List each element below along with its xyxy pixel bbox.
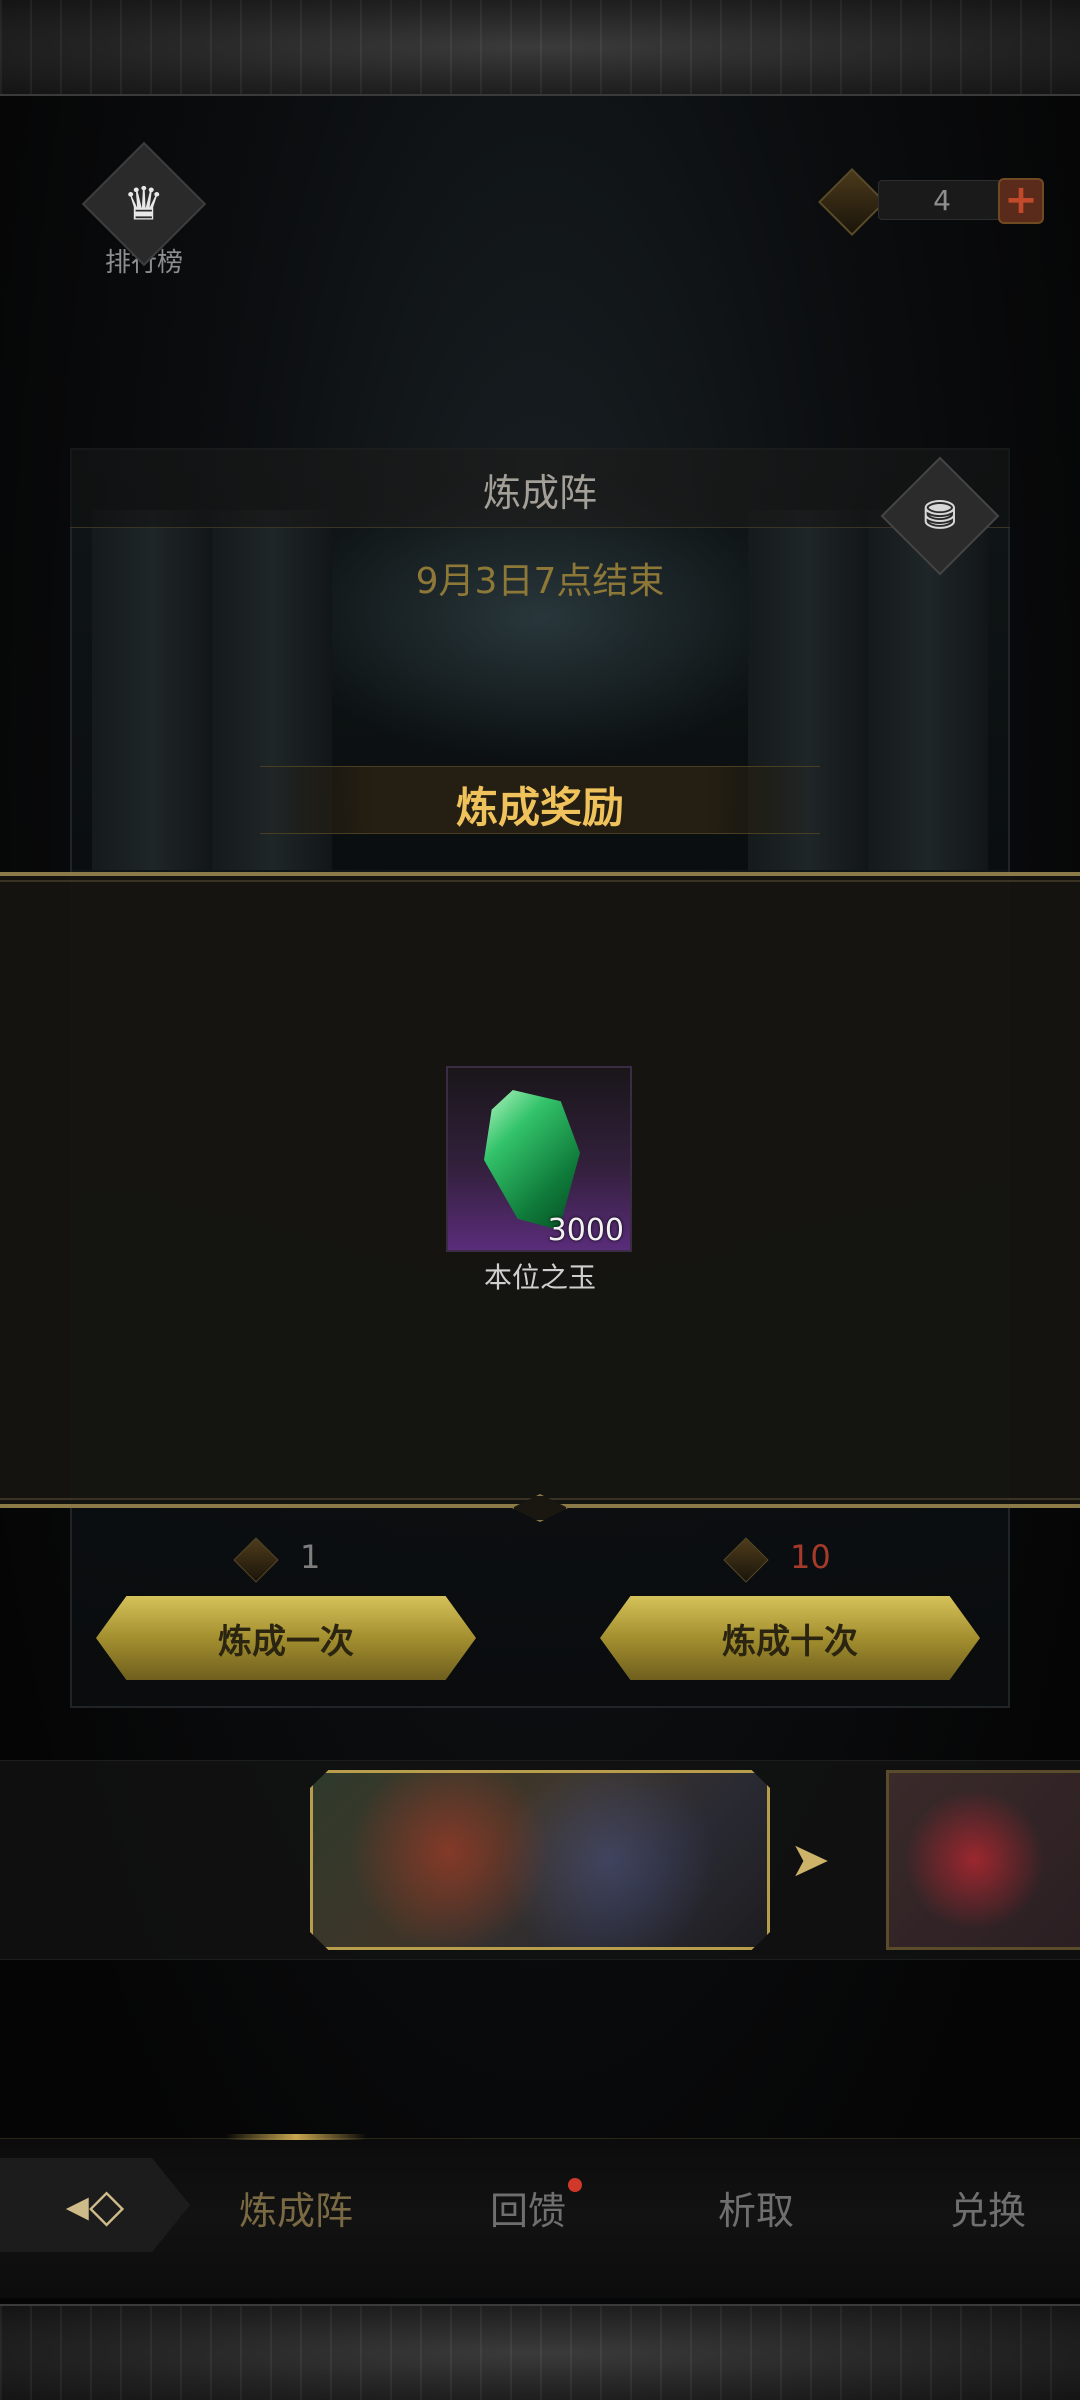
reward-item-card[interactable]: 3000: [446, 1066, 632, 1252]
currency-display: 4 +: [818, 168, 1046, 236]
currency-amount: 4: [878, 180, 1006, 220]
treasure-chest-icon: ⛃: [923, 492, 957, 539]
reward-item-name: 本位之玉: [483, 1261, 596, 1294]
active-tab-indicator: [226, 2134, 366, 2140]
refine-ten-button[interactable]: 炼成十次: [600, 1596, 980, 1680]
add-currency-button[interactable]: +: [998, 178, 1044, 224]
tab-extract[interactable]: 析取: [666, 2180, 846, 2235]
top-ornament-bar: [0, 0, 1080, 96]
reward-quantity: 3000: [547, 1213, 624, 1248]
tab-exchange[interactable]: 兑换: [898, 2180, 1078, 2235]
chevron-right-icon[interactable]: ➤: [784, 1834, 836, 1886]
back-arrow-icon: ◂◇: [65, 2178, 125, 2232]
back-button[interactable]: ◂◇: [0, 2158, 190, 2252]
reward-title: 炼成奖励: [455, 783, 624, 832]
emerald-gem-icon: [484, 1090, 580, 1230]
notification-badge: [568, 2178, 582, 2192]
tab-refine-array[interactable]: 炼成阵: [206, 2180, 386, 2235]
carousel-card-current[interactable]: [310, 1770, 770, 1950]
refine-ten-cost-value: 10: [790, 1538, 831, 1576]
refine-once-cost-value: 1: [300, 1538, 321, 1576]
pyramid-token-icon: [818, 168, 886, 236]
bottom-ornament-bar: [0, 2304, 1080, 2400]
refine-once-button[interactable]: 炼成一次: [96, 1596, 476, 1680]
carousel-card-next[interactable]: [886, 1770, 1080, 1950]
event-end-time: 9月3日7点结束: [415, 561, 665, 602]
ranking-button[interactable]: ♛ 排行榜: [81, 141, 207, 280]
tab-feedback[interactable]: 回馈: [438, 2180, 618, 2235]
